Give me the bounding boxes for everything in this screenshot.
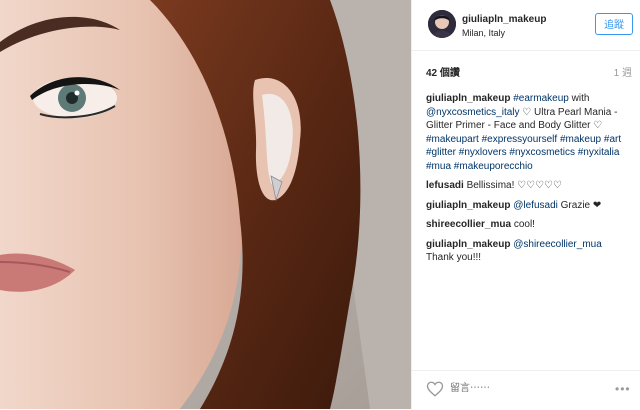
likes-count[interactable]: 42 個讚 [426,67,460,81]
post-header: giuliapln_makeup Milan, Italy 追蹤 [412,0,640,51]
follow-button[interactable]: 追蹤 [595,13,633,35]
hashtag-link[interactable]: #glitter [426,147,456,158]
hashtag-link[interactable]: #mua [426,161,451,172]
hashtag-link[interactable]: #nyxitalia [578,147,620,158]
hashtag-link[interactable]: #makeup [560,134,601,145]
comment-username[interactable]: giuliapln_makeup [426,200,510,211]
comment-username[interactable]: shireecollier_mua [426,219,511,230]
add-comment-input[interactable] [448,382,602,395]
caption-text: with [568,93,590,104]
hashtag-link[interactable]: #nyxlovers [459,147,507,158]
portrait-image [0,0,411,409]
caption-username[interactable]: giuliapln_makeup [426,93,510,104]
post-author-username[interactable]: giuliapln_makeup [462,13,546,27]
avatar-image [428,10,456,38]
comment-item: giuliapln_makeup @lefusadi Grazie ❤ [426,199,631,213]
comment-text: Bellissima! ♡♡♡♡♡ [466,180,562,191]
comment-item: giuliapln_makeup @shireecollier_mua Than… [426,238,631,265]
more-options-icon[interactable]: ••• [615,381,631,397]
comment-item: lefusadi Bellissima! ♡♡♡♡♡ [426,179,631,193]
post-photo[interactable] [0,0,411,409]
post-location[interactable]: Milan, Italy [462,27,505,39]
caption: giuliapln_makeup #earmakeup with @nyxcos… [426,92,631,173]
hashtag-link[interactable]: #makeupart [426,134,479,145]
comment-text: Grazie ❤ [557,199,602,211]
hashtag-link[interactable]: #nyxcosmetics [509,147,575,158]
comment-list: giuliapln_makeup #earmakeup with @nyxcos… [426,92,631,271]
post-meta: 42 個讚 1 週 [426,67,632,81]
comment-item: shireecollier_mua cool! [426,218,631,232]
post-time[interactable]: 1 週 [614,67,632,81]
hashtag-link[interactable]: #art [604,134,621,145]
avatar[interactable] [428,10,456,38]
comment-username[interactable]: lefusadi [426,180,464,191]
mention-link[interactable]: @nyxcosmetics_italy [426,107,520,118]
mention-link[interactable]: @shireecollier_mua [513,239,602,250]
comment-text: cool! [513,219,535,230]
comment-username[interactable]: giuliapln_makeup [426,239,510,250]
hashtag-link[interactable]: #expressyourself [482,134,558,145]
comment-text: Thank you!!! [426,252,482,263]
post-side-panel: giuliapln_makeup Milan, Italy 追蹤 42 個讚 1… [411,0,640,409]
comment-footer: ••• [412,370,640,410]
heart-icon[interactable] [426,380,444,398]
hashtag-link[interactable]: #earmakeup [513,93,569,104]
instagram-post: giuliapln_makeup Milan, Italy 追蹤 42 個讚 1… [0,0,640,409]
mention-link[interactable]: @lefusadi [513,200,558,211]
hashtag-link[interactable]: #makeuporecchio [454,161,533,172]
